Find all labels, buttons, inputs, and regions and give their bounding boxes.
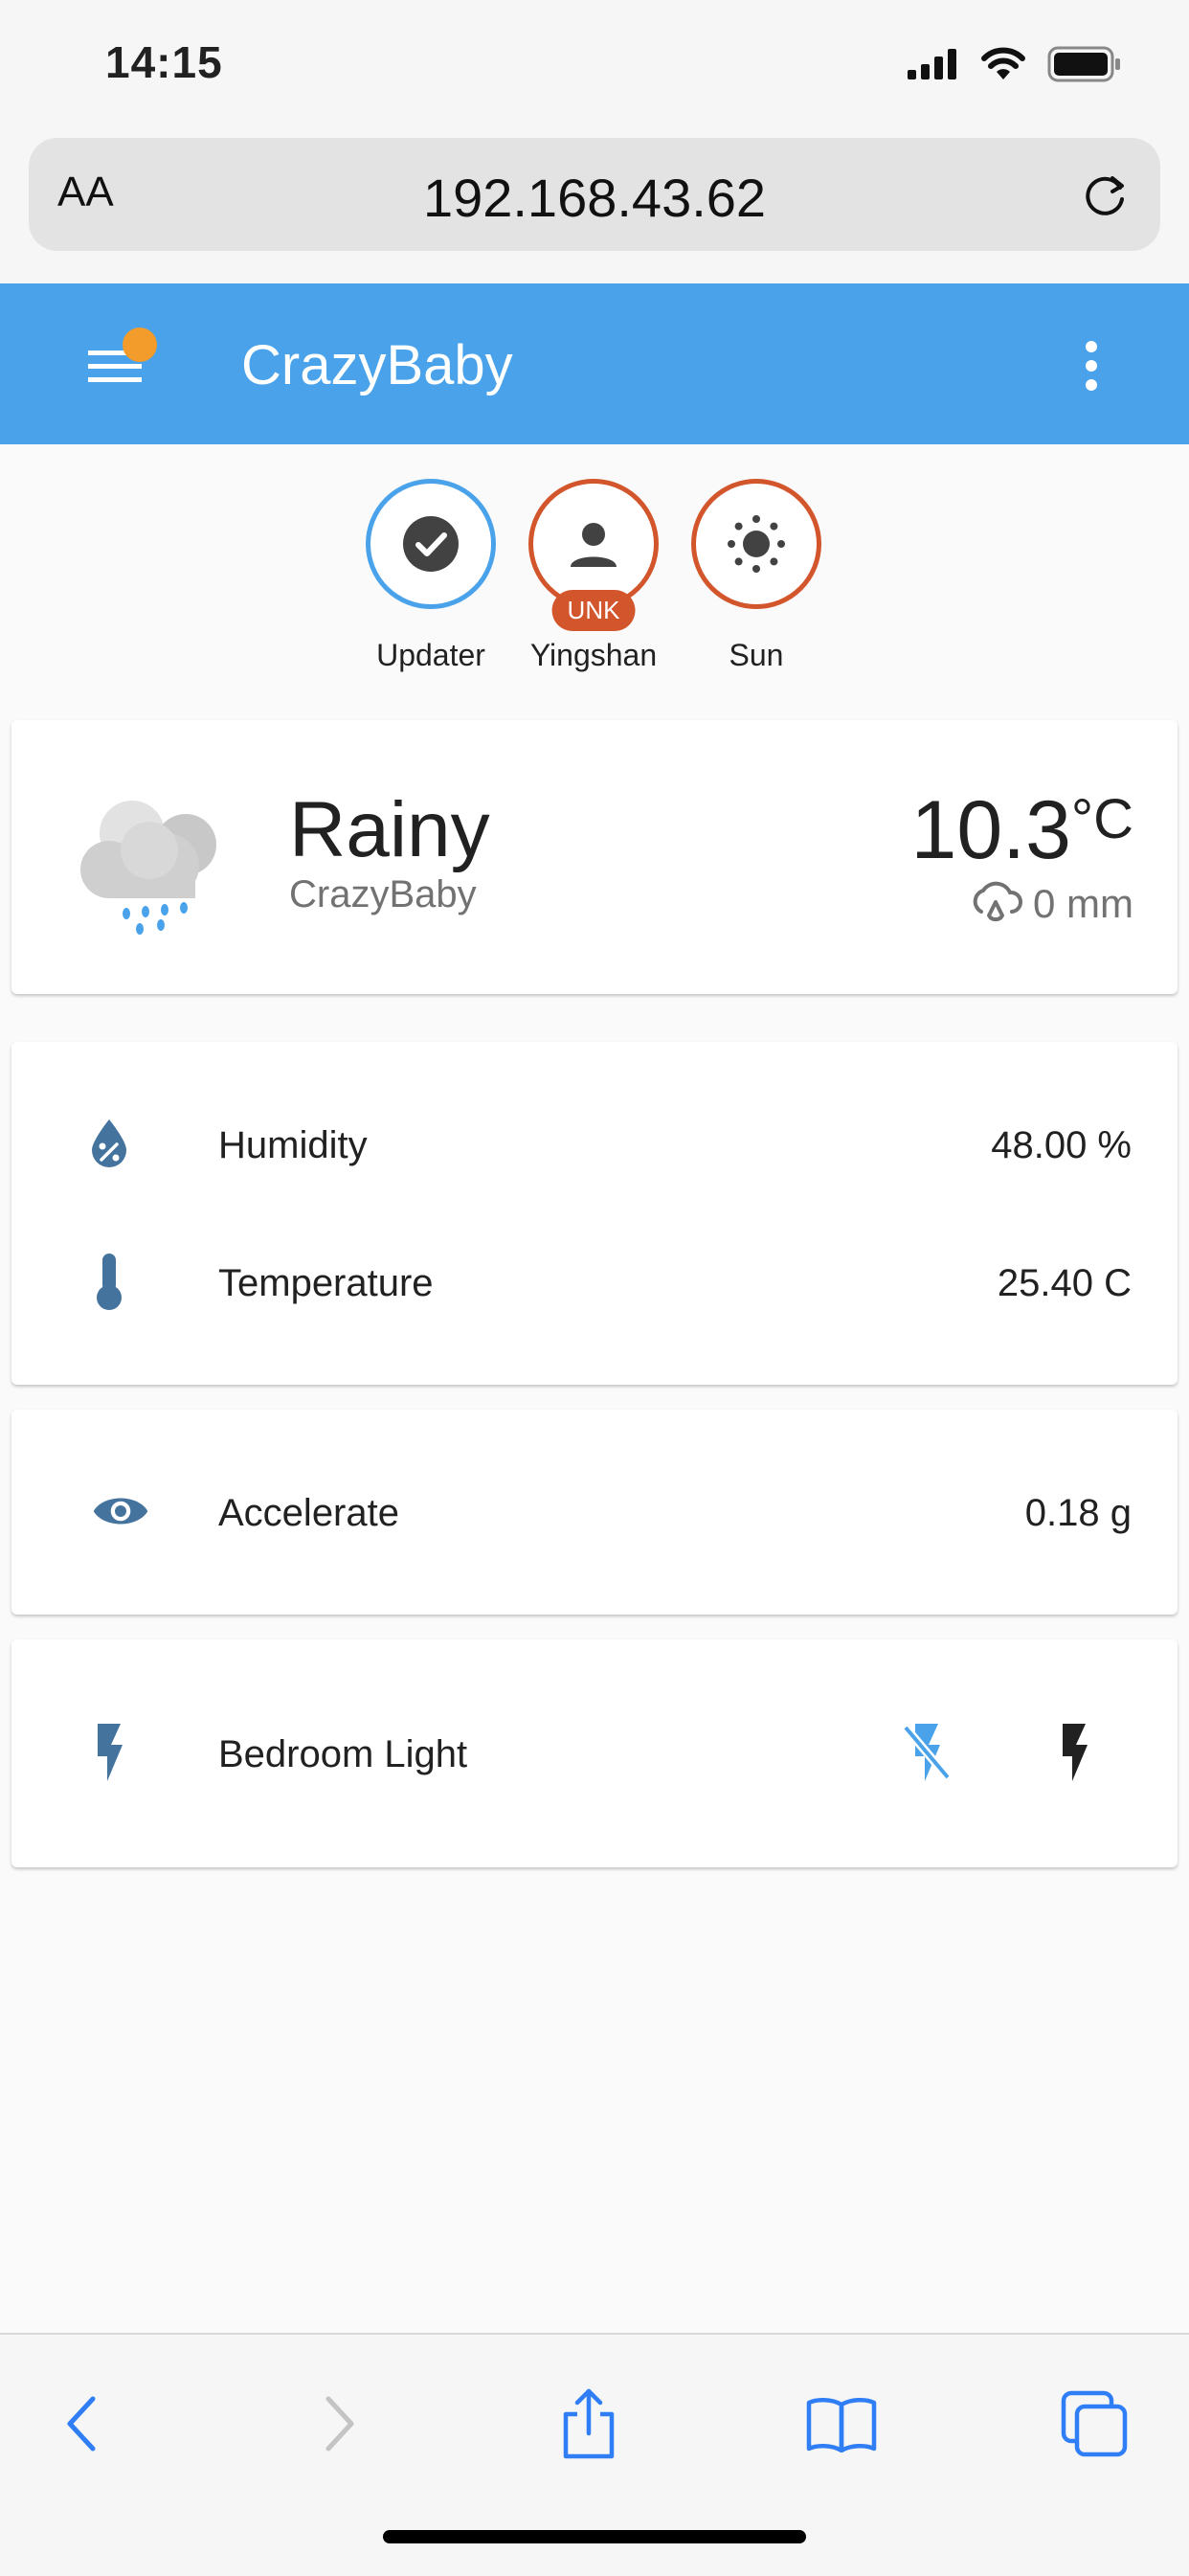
turn-on-button[interactable] [1036,1718,1112,1787]
book-icon [806,2398,877,2452]
flash-icon [98,1724,123,1781]
status-bar: 14:15 [0,0,1189,134]
entity-name: Bedroom Light [218,1733,468,1775]
url-text[interactable]: 192.168.43.62 [29,167,1160,229]
wifi-icon [981,47,1025,79]
person-icon [571,523,617,567]
entity-row-bedroom-light: Bedroom Light [11,1705,1178,1800]
accelerate-card: Accelerate 0.18 g [11,1410,1178,1615]
badge-label: Sun [729,638,784,672]
app-title: CrazyBaby [241,334,513,396]
home-indicator [383,2530,806,2543]
entity-value: 48.00 % [991,1124,1132,1166]
temperature-value: 10.3 [910,784,1071,876]
share-button[interactable] [546,2381,632,2467]
check-circle-icon [403,516,459,572]
turn-off-button[interactable] [888,1718,965,1787]
thermometer-icon [97,1254,122,1310]
address-bar[interactable]: AA 192.168.43.62 [29,138,1160,251]
back-button[interactable] [38,2381,124,2467]
precipitation-value: 0 mm [1033,881,1133,926]
entity-row-temperature[interactable]: Temperature 25.40 C [11,1233,1178,1329]
entity-row-humidity[interactable]: Humidity 48.00 % [11,1096,1178,1191]
weather-card[interactable]: Rainy CrazyBaby 10.3°C 0 mm [11,720,1178,994]
badge-label: Updater [376,638,485,672]
share-icon [563,2388,615,2459]
app-header: CrazyBaby [0,283,1189,444]
entity-name: Temperature [218,1262,434,1304]
entity-name: Accelerate [218,1492,399,1534]
flash-off-icon [902,1724,952,1781]
badge-updater[interactable]: Updater [349,479,512,673]
forward-button[interactable] [297,2381,383,2467]
more-vert-icon[interactable] [1082,337,1101,395]
precipitation-icon [973,881,1022,922]
entity-name: Humidity [218,1124,368,1166]
browser-address-area: AA 192.168.43.62 [0,115,1189,283]
sensors-card: Humidity 48.00 % Temperature 25.40 C [11,1042,1178,1385]
badge-label: Yingshan [529,638,658,672]
badge-yingshan[interactable]: UNK Yingshan [512,479,675,673]
badge-circle: UNK [528,479,659,631]
badge-circle [691,479,821,609]
cellular-signal-icon [908,49,956,79]
temperature-unit: °C [1070,788,1133,850]
rainy-cloud-icon [80,801,216,935]
reload-icon[interactable] [1080,169,1132,220]
notification-dot [123,328,157,362]
flash-on-icon [1063,1724,1088,1781]
humidity-icon-wrap [80,1115,138,1172]
weather-location: CrazyBaby [289,873,477,915]
eye-icon [93,1498,148,1525]
light-card: Bedroom Light [11,1639,1178,1867]
badges-row: Updater UNK Yingshan Sun [0,479,1189,689]
temperature-icon-wrap [80,1253,138,1310]
entity-value: 25.40 C [997,1262,1132,1304]
light-icon-wrap [80,1724,138,1781]
badge-sun[interactable]: Sun [675,479,838,673]
weather-precipitation: 0 mm [968,879,1133,929]
chevron-left-icon [67,2396,96,2452]
tabs-icon [1061,2390,1128,2457]
status-time: 14:15 [105,37,223,87]
weather-temperature: 10.3°C [911,783,1133,878]
battery-icon [1047,46,1120,82]
status-icons [908,46,1122,82]
water-percent-icon [92,1119,126,1167]
tabs-button[interactable] [1051,2381,1137,2467]
sun-icon [728,515,785,573]
menu-button[interactable] [84,328,157,395]
chevron-right-icon [325,2396,354,2452]
weather-condition: Rainy [289,786,490,873]
entity-row-accelerate[interactable]: Accelerate 0.18 g [11,1463,1178,1559]
badge-circle [366,479,496,609]
bookmarks-button[interactable] [798,2381,885,2467]
status-badge: UNK [551,590,636,631]
entity-value: 0.18 g [1024,1492,1132,1534]
accelerate-icon-wrap [92,1482,149,1540]
